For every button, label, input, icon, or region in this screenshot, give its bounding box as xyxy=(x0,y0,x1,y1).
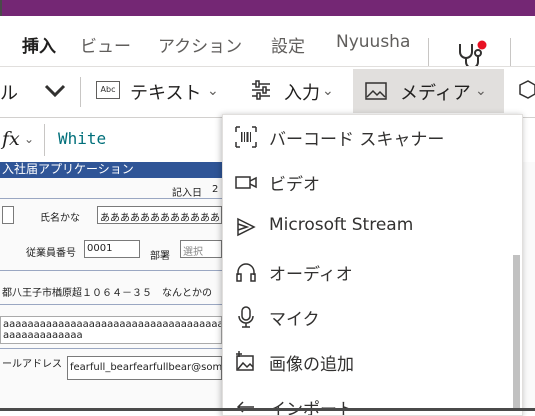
chevron-down-icon: ⌄ xyxy=(475,83,487,99)
shapes-icon[interactable] xyxy=(518,79,535,99)
text-button-label[interactable]: テキスト xyxy=(130,79,201,105)
formula-input[interactable]: White xyxy=(58,129,106,148)
department-label: 部署 xyxy=(150,251,170,262)
tab-nyuusha[interactable]: Nyuusha xyxy=(336,32,410,52)
menu-item-label: Microsoft Stream xyxy=(269,215,414,235)
fx-icon[interactable]: fx xyxy=(2,128,20,150)
input-sliders-icon xyxy=(252,80,270,100)
chevron-down-icon[interactable]: ⌄ xyxy=(207,83,219,99)
menu-scrollbar-thumb[interactable] xyxy=(513,255,520,410)
video-icon xyxy=(235,176,257,189)
menu-item-microphone[interactable]: マイク xyxy=(223,295,508,340)
toolbar-divider xyxy=(80,77,81,107)
address-value: 都八王子市楢原超１０６４－３５ なんとかの xyxy=(2,288,212,299)
chevron-down-icon[interactable]: ⌄ xyxy=(322,83,334,99)
kana-field[interactable]: ああああああああああああ xyxy=(97,206,222,224)
menu-item-label: オーディオ xyxy=(269,265,353,285)
date-value: 2 xyxy=(212,184,219,195)
email-label: ールアドレス xyxy=(2,359,62,370)
barcode-icon xyxy=(235,126,257,148)
media-button-label: メディア xyxy=(400,83,471,104)
tab-insert[interactable]: 挿入 xyxy=(22,32,56,57)
menu-item-add-image[interactable]: 画像の追加 xyxy=(223,340,508,385)
tab-view[interactable]: ビュー xyxy=(80,32,131,57)
menu-item-label: マイク xyxy=(269,310,320,330)
insert-toolbar: ル Abc テキスト ⌄ 入力 ⌄ メディア ⌄ xyxy=(0,66,535,117)
stream-icon xyxy=(237,217,256,237)
employee-number-field[interactable]: 0001 xyxy=(84,240,140,258)
menu-item-video[interactable]: ビデオ xyxy=(223,160,508,205)
microphone-icon xyxy=(238,306,254,328)
form-divider xyxy=(0,198,222,199)
headphones-icon xyxy=(236,263,256,282)
text-label-icon: Abc xyxy=(96,81,120,99)
menu-item-label: ビデオ xyxy=(269,175,320,195)
menu-item-label: バーコード スキャナー xyxy=(269,130,445,150)
notification-dot xyxy=(477,40,487,50)
form-divider xyxy=(0,270,222,271)
tab-action[interactable]: アクション xyxy=(158,32,242,57)
name-field[interactable] xyxy=(2,206,14,224)
free-text-line: aaaaaaaaaaaaaaaaaaaaaaaaaaaaaaaaaaaaaaaa… xyxy=(3,319,222,330)
menu-item-microsoft-stream[interactable]: Microsoft Stream xyxy=(223,205,508,250)
formula-divider xyxy=(44,124,45,156)
title-bar xyxy=(0,0,535,16)
department-dropdown[interactable]: 選択 xyxy=(180,240,222,258)
chevron-down-icon[interactable]: ⌄ xyxy=(24,132,34,146)
kana-label: 氏名かな xyxy=(40,213,80,224)
employee-number-label: 従業員番号 xyxy=(26,248,76,259)
menu-item-import[interactable]: インポート xyxy=(223,385,508,415)
menu-item-label: 画像の追加 xyxy=(269,355,354,375)
input-button-label[interactable]: 入力 xyxy=(284,79,320,105)
menu-scrollbar[interactable] xyxy=(510,115,522,415)
free-text-area[interactable]: aaaaaaaaaaaaaaaaaaaaaaaaaaaaaaaaaaaa aaaa… xyxy=(0,316,222,344)
toolbar-item-partial[interactable]: ル xyxy=(0,79,18,105)
free-text-line: aaaaaaaaaaaaa xyxy=(3,330,83,341)
date-label: 記入日 xyxy=(172,188,202,199)
form-header: 入社届アプリケーション xyxy=(0,162,232,178)
email-field[interactable]: fearfull_bearfearfullbear@som xyxy=(67,356,222,380)
media-button[interactable]: メディア ⌄ xyxy=(353,69,504,113)
image-icon xyxy=(365,82,387,100)
menu-item-label: インポート xyxy=(269,395,354,415)
tab-settings[interactable]: 設定 xyxy=(271,32,305,57)
media-dropdown-menu: バーコード スキャナー ビデオ Microsoft Stream オーディオ マ… xyxy=(222,114,523,416)
add-image-icon xyxy=(236,351,254,371)
ribbon-tabs: 挿入 ビュー アクション 設定 Nyuusha xyxy=(0,16,535,75)
form-divider xyxy=(0,348,222,349)
form-divider xyxy=(0,304,222,305)
menu-item-barcode-scanner[interactable]: バーコード スキャナー xyxy=(223,115,508,160)
menu-item-audio[interactable]: オーディオ xyxy=(223,250,508,295)
import-icon xyxy=(236,401,254,413)
chevron-down-icon[interactable] xyxy=(44,83,66,99)
